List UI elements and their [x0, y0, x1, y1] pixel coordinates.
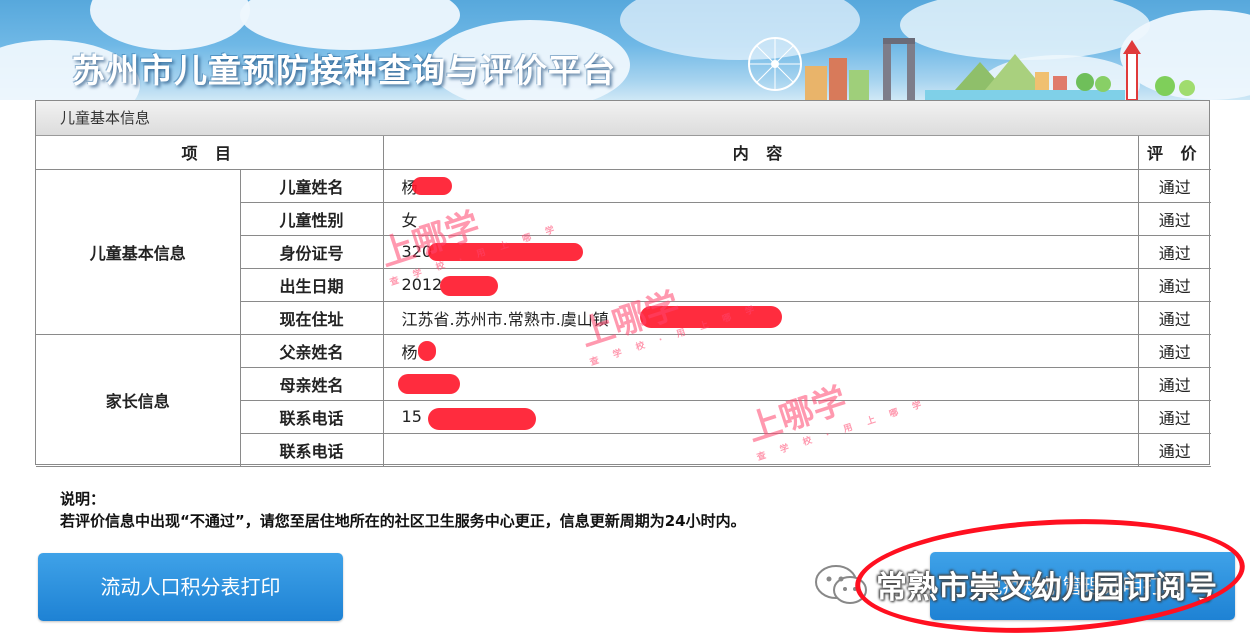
evaluation-status: 通过 [1137, 300, 1212, 335]
column-header-content: 内 容 [382, 136, 1139, 170]
column-header-item: 项 目 [36, 136, 384, 170]
evaluation-status: 通过 [1137, 201, 1212, 236]
evaluation-status: 通过 [1137, 234, 1212, 269]
group-label-parents: 家长信息 [36, 333, 241, 467]
header-banner: 苏州市儿童预防接种查询与评价平台 [0, 0, 1250, 100]
field-label: 联系电话 [240, 432, 384, 467]
redaction-mark [440, 276, 498, 296]
floating-population-points-print-button[interactable]: 流动人口积分表打印 [38, 553, 343, 621]
field-label: 身份证号 [240, 234, 384, 269]
evaluation-status: 通过 [1137, 333, 1212, 368]
evaluation-status: 通过 [1137, 399, 1212, 434]
field-label: 联系电话 [240, 399, 384, 434]
redaction-mark [398, 374, 460, 394]
field-label: 母亲姓名 [240, 366, 384, 401]
child-info-panel: 儿童基本信息 项 目 内 容 评 价 儿童基本信息 儿童姓名 杨 通过 儿童性别… [35, 100, 1212, 467]
notes-text: 若评价信息中出现“不通过”，请您至居住地所在的社区卫生服务中心更正，信息更新周期… [60, 512, 746, 530]
field-value [382, 366, 1139, 401]
field-label: 出生日期 [240, 267, 384, 302]
evaluation-status: 通过 [1137, 366, 1212, 401]
field-label: 现在住址 [240, 300, 384, 335]
field-label: 儿童姓名 [239, 168, 384, 203]
evaluation-status: 通过 [1137, 267, 1212, 302]
notes-title: 说明： [60, 490, 106, 508]
redaction-mark [428, 408, 536, 430]
page-title: 苏州市儿童预防接种查询与评价平台 [72, 51, 616, 90]
table-header-row: 项 目 内 容 评 价 [36, 136, 1212, 170]
evaluation-status: 通过 [1137, 432, 1212, 467]
column-header-evaluation: 评 价 [1137, 136, 1212, 170]
table-row: 儿童基本信息 儿童姓名 杨 通过 [36, 168, 1212, 335]
group-label-child: 儿童基本信息 [36, 168, 241, 335]
field-label: 父亲姓名 [239, 333, 384, 368]
panel-header: 儿童基本信息 [36, 101, 1209, 136]
city-skyline-illustration [748, 37, 1195, 100]
redaction-mark [418, 341, 436, 361]
field-label: 儿童性别 [240, 201, 384, 236]
redaction-mark [412, 177, 452, 195]
evaluation-status: 通过 [1137, 168, 1212, 203]
field-value: 杨 [382, 333, 1139, 368]
notes: 说明： 若评价信息中出现“不通过”，请您至居住地所在的社区卫生服务中心更正，信息… [60, 488, 746, 532]
